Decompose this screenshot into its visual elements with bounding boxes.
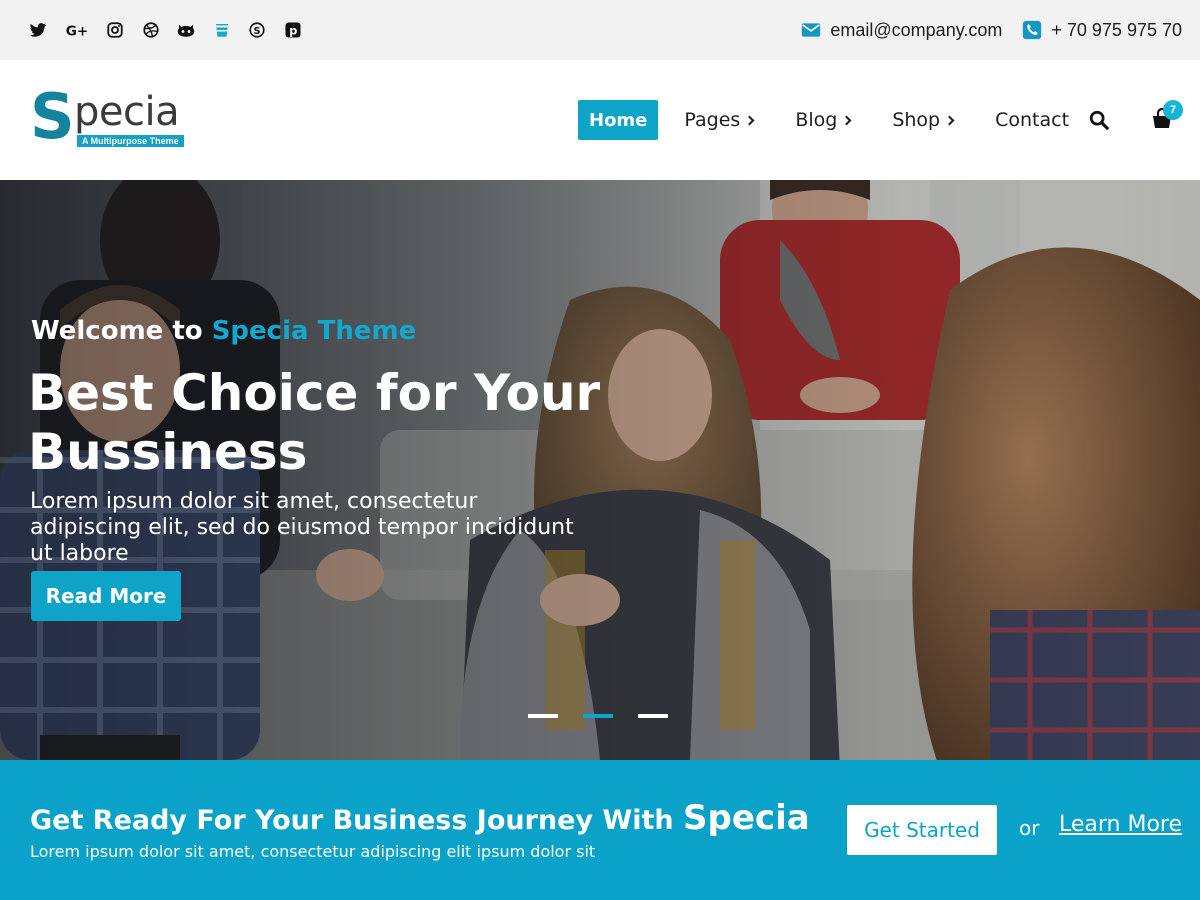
hero-welcome: Welcome to Specia Theme — [31, 316, 416, 346]
learn-more-link[interactable]: Learn More — [1059, 812, 1182, 837]
phone-text: + 70 975 975 70 — [1051, 19, 1182, 40]
slider-dots — [528, 714, 668, 718]
main-nav: Home Pages Blog Shop Contact — [578, 100, 1069, 140]
nav-shop[interactable]: Shop — [892, 100, 955, 140]
logo-wordmark: pecia — [74, 89, 180, 135]
welcome-prefix: Welcome to — [31, 316, 212, 346]
read-more-button[interactable]: Read More — [31, 571, 181, 621]
top-bar: G+ S p email@company.com + 70 975 975 70 — [0, 0, 1200, 60]
logo-initial: S — [30, 80, 75, 153]
svg-text:p: p — [289, 25, 297, 38]
skype-icon[interactable]: S — [247, 20, 267, 40]
social-links: G+ S p — [28, 20, 318, 40]
email-text: email@company.com — [830, 19, 1003, 40]
cta-title-prefix: Get Ready For Your Business Journey With — [30, 805, 684, 836]
nav-home[interactable]: Home — [578, 100, 659, 140]
welcome-highlight: Specia Theme — [211, 316, 417, 346]
cta-or: or — [1019, 816, 1040, 840]
google-plus-icon[interactable]: G+ — [64, 20, 90, 40]
hero-slider: Welcome to Specia Theme Best Choice for … — [0, 180, 1200, 760]
site-logo[interactable]: S pecia A Multipurpose Theme — [30, 86, 200, 152]
envelope-icon — [801, 20, 821, 40]
twitter-icon[interactable] — [28, 20, 48, 40]
call-to-action: Get Ready For Your Business Journey With… — [0, 760, 1200, 900]
cart-count-badge: 7 — [1163, 100, 1183, 120]
nav-pages[interactable]: Pages — [684, 100, 755, 140]
nav-home-label: Home — [589, 109, 648, 131]
nav-blog[interactable]: Blog — [795, 100, 852, 140]
phone-icon — [1022, 20, 1042, 40]
chevron-right-icon — [944, 115, 955, 125]
cta-title: Get Ready For Your Business Journey With… — [30, 798, 810, 838]
logo-tagline: A Multipurpose Theme — [77, 135, 184, 147]
nav-pages-label: Pages — [684, 109, 741, 131]
cta-title-brand: Specia — [683, 798, 810, 838]
cta-subtitle: Lorem ipsum dolor sit amet, consectetur … — [30, 842, 596, 861]
slider-dot-3[interactable] — [638, 714, 668, 718]
instagram-icon[interactable] — [105, 20, 125, 40]
email-contact[interactable]: email@company.com — [801, 20, 1002, 41]
nav-blog-label: Blog — [795, 109, 838, 131]
svg-text:G+: G+ — [65, 23, 87, 39]
hero-lead: Lorem ipsum dolor sit amet, consectetur … — [30, 489, 574, 566]
svg-text:S: S — [253, 26, 260, 37]
nav-contact-label: Contact — [995, 109, 1070, 131]
slider-dot-1[interactable] — [528, 714, 558, 718]
chevron-right-icon — [744, 115, 755, 125]
nav-contact[interactable]: Contact — [995, 100, 1069, 140]
site-header: S pecia A Multipurpose Theme Home Pages … — [0, 60, 1200, 180]
github-icon[interactable] — [176, 20, 196, 40]
contact-info: email@company.com + 70 975 975 70 — [801, 20, 1182, 41]
bucket-icon[interactable] — [212, 20, 232, 40]
slider-dot-2[interactable] — [583, 714, 613, 718]
phone-contact[interactable]: + 70 975 975 70 — [1022, 20, 1182, 41]
pinterest-icon[interactable]: p — [283, 20, 303, 40]
hero-headline: Best Choice for Your Bussiness — [28, 364, 601, 481]
get-started-button[interactable]: Get Started — [847, 805, 997, 855]
dribbble-icon[interactable] — [141, 20, 161, 40]
chevron-right-icon — [841, 115, 852, 125]
search-icon[interactable] — [1088, 109, 1110, 131]
nav-shop-label: Shop — [892, 109, 941, 131]
